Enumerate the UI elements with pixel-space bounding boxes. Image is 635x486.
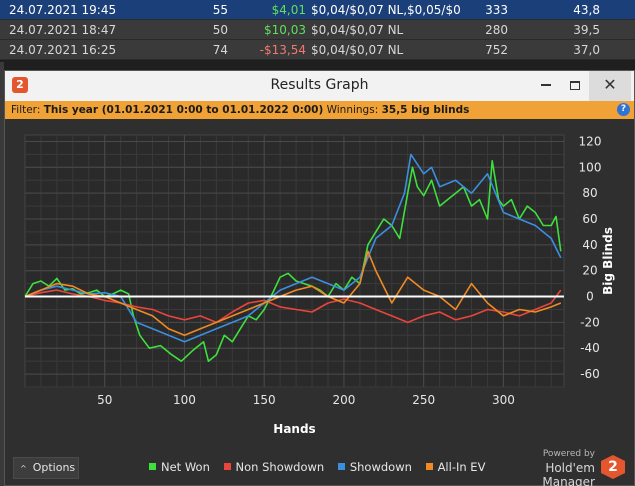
filter-value[interactable]: This year (01.01.2021 0:00 to 01.01.2022… — [44, 104, 324, 116]
x-tick-label: 100 — [173, 393, 196, 407]
session-hands: 55 — [212, 3, 228, 17]
y-tick-label: 100 — [579, 160, 602, 174]
session-row[interactable]: 24.07.2021 19:45 55 $4,01 $0,04/$0,07 NL… — [0, 0, 635, 20]
session-stakes: $0,04/$0,07 NL,$0,05/$0 — [311, 3, 461, 17]
legend-swatch — [223, 463, 231, 470]
session-won: $10,03 — [264, 23, 306, 37]
y-tick-label: -60 — [580, 367, 600, 381]
results-chart: 50 100 150 200 250 300 -60 -40 -20 0 20 40 60 80 100 12… — [24, 134, 615, 436]
x-tick-label: 50 — [97, 393, 112, 407]
winnings-value: 35,5 big blinds — [381, 104, 470, 116]
help-icon[interactable]: ? — [617, 103, 630, 116]
legend-label: Net Won — [161, 460, 210, 474]
y-tick-label: 120 — [579, 134, 602, 148]
options-label: Options — [32, 461, 76, 474]
session-hands: 74 — [212, 43, 228, 57]
session-col-b: 39,5 — [573, 23, 600, 37]
y-tick-label: 60 — [582, 212, 597, 226]
session-stakes: $0,04/$0,07 NL — [311, 43, 404, 57]
legend-item-all-in-ev[interactable]: All-In EV — [425, 460, 486, 474]
y-tick-label: -40 — [580, 341, 600, 355]
legend-swatch — [425, 463, 433, 470]
hm2-logo-icon: 2 — [12, 77, 28, 93]
legend-label: All-In EV — [437, 460, 486, 474]
powered-by: Powered by Hold'em Manager — [495, 449, 595, 486]
options-button[interactable]: ^ Options — [13, 457, 79, 479]
maximize-button[interactable] — [560, 71, 590, 101]
legend-label: Showdown — [349, 460, 412, 474]
filter-bar: Filter: This year (01.01.2021 0:00 to 01… — [5, 101, 634, 119]
app-root: 24.07.2021 19:45 55 $4,01 $0,04/$0,07 NL… — [0, 0, 635, 486]
y-tick-label: -20 — [580, 315, 600, 329]
legend-item-non-showdown[interactable]: Non Showdown — [223, 460, 325, 474]
close-button[interactable]: ✕ — [589, 71, 631, 101]
results-graph-window: 2 Results Graph ✕ Filter: This year (01.… — [4, 70, 635, 486]
session-col-a: 752 — [485, 43, 508, 57]
filter-label: Filter: — [11, 104, 41, 116]
chevron-up-icon: ^ — [20, 464, 27, 473]
y-tick-label: 40 — [582, 238, 597, 252]
legend-item-net-won[interactable]: Net Won — [149, 460, 210, 474]
legend-label: Non Showdown — [235, 460, 325, 474]
session-col-b: 37,0 — [573, 43, 600, 57]
session-date: 24.07.2021 19:45 — [9, 3, 117, 17]
session-table: 24.07.2021 19:45 55 $4,01 $0,04/$0,07 NL… — [0, 0, 635, 60]
minimize-icon — [541, 84, 551, 86]
winnings-label: Winnings: — [326, 104, 379, 116]
title-bar[interactable]: 2 Results Graph ✕ — [5, 71, 634, 101]
y-tick-label: 0 — [586, 290, 594, 304]
session-won: -$13,54 — [259, 43, 306, 57]
hm2-brand-icon: 2 — [601, 455, 625, 479]
x-tick-label: 250 — [412, 393, 435, 407]
y-tick-label: 80 — [582, 186, 597, 200]
maximize-icon — [570, 80, 580, 90]
plot-area — [24, 134, 565, 388]
minimize-button[interactable] — [531, 71, 561, 101]
chart-legend: Net Won Non Showdown Showdown All-In EV — [149, 460, 495, 474]
product-name: Hold'em Manager — [542, 461, 595, 486]
session-date: 24.07.2021 18:47 — [9, 23, 117, 37]
legend-swatch — [337, 463, 345, 470]
legend-item-showdown[interactable]: Showdown — [337, 460, 412, 474]
x-tick-label: 200 — [332, 393, 355, 407]
x-tick-label: 150 — [253, 393, 276, 407]
session-won: $4,01 — [271, 3, 306, 17]
close-icon: ✕ — [603, 75, 617, 94]
session-date: 24.07.2021 16:25 — [9, 43, 117, 57]
session-row[interactable]: 24.07.2021 18:47 50 $10,03 $0,04/$0,07 N… — [0, 20, 635, 40]
powered-by-label: Powered by — [542, 449, 595, 459]
session-col-a: 280 — [485, 23, 508, 37]
session-row[interactable]: 24.07.2021 16:25 74 -$13,54 $0,04/$0,07 … — [0, 40, 635, 60]
session-hands: 50 — [212, 23, 228, 37]
session-col-a: 333 — [485, 3, 508, 17]
y-axis-label: Big Blinds — [601, 227, 615, 295]
y-tick-label: 20 — [582, 264, 597, 278]
legend-swatch — [149, 463, 156, 470]
x-axis-label: Hands — [273, 422, 315, 436]
x-tick-label: 300 — [492, 393, 515, 407]
session-col-b: 43,8 — [573, 3, 600, 17]
session-stakes: $0,04/$0,07 NL — [311, 23, 404, 37]
